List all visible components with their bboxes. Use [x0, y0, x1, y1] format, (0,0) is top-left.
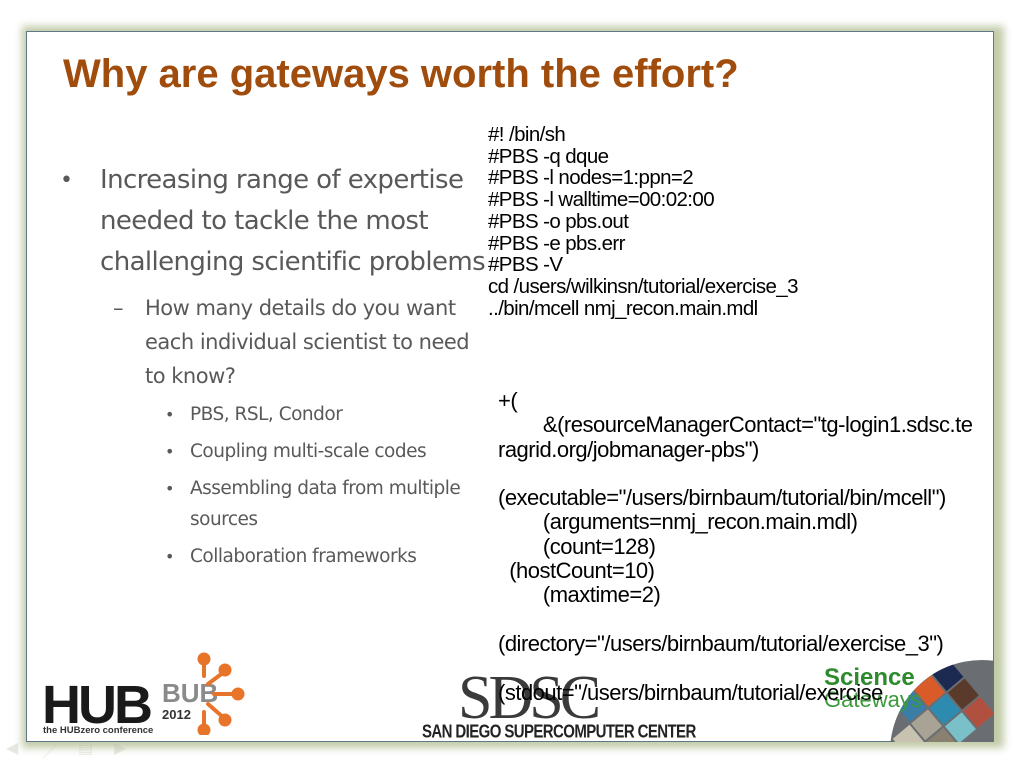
bullet-text: Collaboration frameworks [190, 546, 417, 567]
bullet-level3: • Assembling data from multiple sources [60, 473, 490, 535]
hub-burst-icon [197, 652, 245, 735]
dash-marker: – [113, 296, 124, 320]
sdsc-subtitle: SAN DIEGO SUPERCOMPUTER CENTER [422, 722, 696, 743]
hub-logo-text: HUB [42, 675, 153, 735]
bullet-text: How many details do you want each indivi… [145, 296, 470, 388]
bullet-level3: • PBS, RSL, Condor [60, 399, 490, 430]
bullet-level3: • Collaboration frameworks [60, 541, 490, 572]
bullet-text: Assembling data from multiple sources [190, 478, 461, 530]
bullet-text: PBS, RSL, Condor [190, 404, 343, 425]
menu-icon[interactable]: ▤ [78, 738, 93, 758]
bullet-marker: • [165, 442, 174, 461]
arrow-right-icon[interactable]: ▶ [114, 738, 126, 758]
hub-year: 2012 [162, 707, 191, 722]
bullet-marker: • [165, 479, 174, 498]
bullet-marker: • [165, 405, 174, 424]
pen-icon[interactable]: ／ [42, 738, 58, 762]
hub-tagline: the HUBzero conference [43, 725, 154, 736]
slide-title: Why are gateways worth the effort? [63, 52, 739, 96]
hubbub-logo: HUB BUB 2012 the HUBzero conference [42, 650, 252, 740]
bullet-marker: • [165, 547, 174, 566]
arrow-left-icon[interactable]: ◀ [6, 738, 18, 758]
pbs-script: #! /bin/sh #PBS -q dque #PBS -l nodes=1:… [488, 123, 799, 320]
bullet-text: Increasing range of expertise needed to … [100, 165, 486, 277]
slideshow-nav: ◀ ／ ▤ ▶ [6, 738, 136, 761]
bullet-text: Coupling multi-scale codes [190, 441, 427, 462]
bullet-marker: • [60, 168, 73, 193]
bullet-level2: – How many details do you want each indi… [60, 291, 490, 393]
bullet-level1: • Increasing range of expertise needed t… [60, 160, 490, 283]
rsl-script: +( &(resourceManagerContact="tg-login1.s… [498, 388, 973, 705]
bullet-list: • Increasing range of expertise needed t… [60, 160, 490, 572]
bullet-level3: • Coupling multi-scale codes [60, 436, 490, 467]
